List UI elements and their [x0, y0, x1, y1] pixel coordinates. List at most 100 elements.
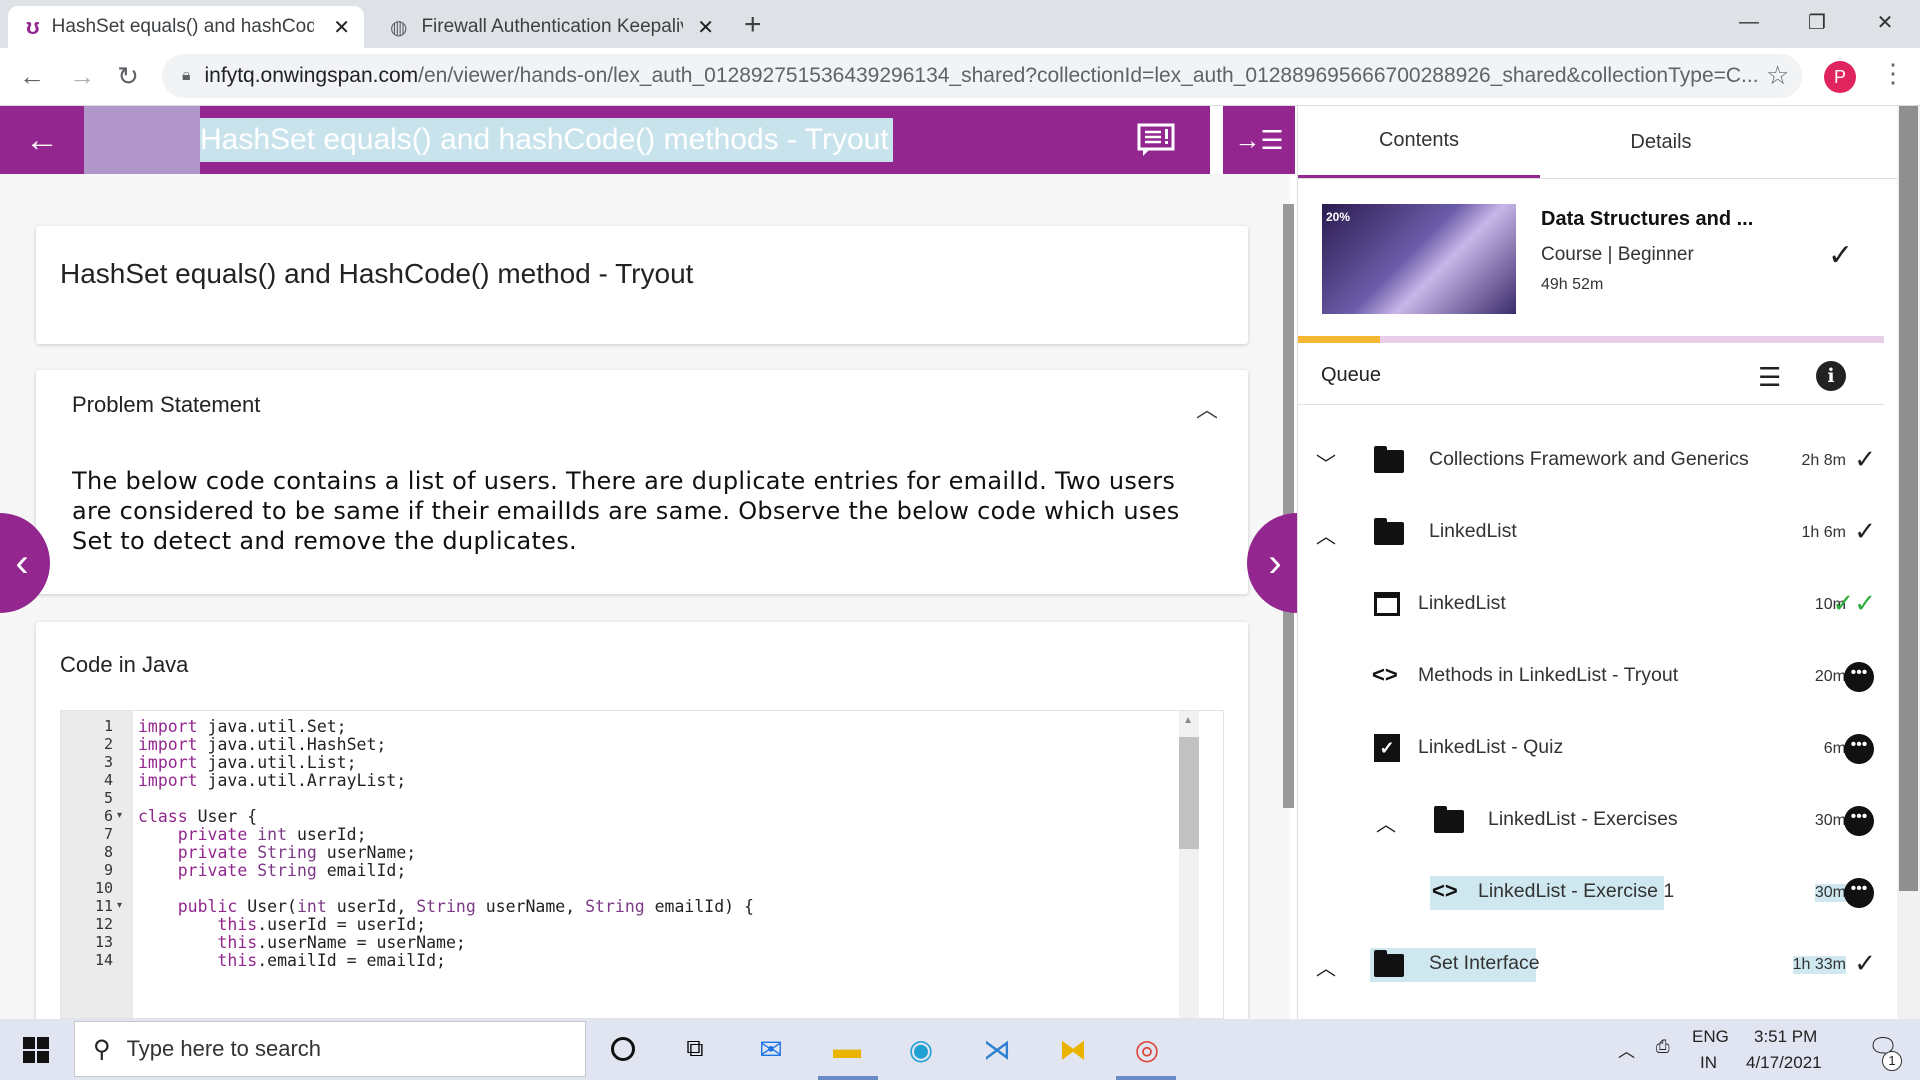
queue-item-duration: 1h 6m — [1801, 524, 1846, 541]
lock-icon: 🔒︎ — [182, 67, 191, 84]
chrome-icon[interactable]: ◎ — [1124, 1027, 1170, 1071]
sidebar-scrollbar-thumb[interactable] — [1899, 106, 1918, 891]
more-icon[interactable]: ••• — [1844, 662, 1874, 692]
tab-close-icon[interactable]: ✕ — [697, 15, 714, 40]
line-number: 10 — [94, 879, 113, 897]
chevron-up-icon[interactable]: ︿ — [1196, 392, 1218, 424]
browser-tab-active[interactable]: ʊ HashSet equals() and hashCode() ✕ — [8, 6, 364, 48]
queue-item[interactable]: <> Methods in LinkedList - Tryout 20m ••… — [1298, 648, 1884, 708]
info-icon[interactable]: i — [1816, 361, 1846, 391]
tab-details[interactable]: Details — [1540, 106, 1782, 178]
reload-icon[interactable]: ↻ — [108, 56, 148, 96]
course-meta: Course | Beginner — [1541, 244, 1694, 265]
code-line: this.userName = userName; — [217, 933, 466, 952]
forward-arrow-icon[interactable]: → — [62, 56, 102, 96]
code-line: class User { — [138, 807, 258, 826]
line-number: 6 — [103, 807, 113, 825]
chevron-up-icon[interactable]: ︿ — [1316, 952, 1336, 981]
tab-close-icon[interactable]: ✕ — [333, 15, 350, 40]
queue-item[interactable]: ︿ LinkedList 1h 6m ✓ — [1298, 504, 1884, 564]
file-explorer-icon[interactable]: ▬ — [824, 1027, 870, 1071]
queue-item[interactable]: LinkedList 10m ✓✓ — [1298, 576, 1884, 636]
language-code[interactable]: ENG — [1692, 1027, 1729, 1047]
close-window-icon[interactable]: ✕ — [1850, 0, 1920, 44]
feedback-icon[interactable] — [1134, 120, 1178, 160]
fold-toggle-icon[interactable]: ▾ — [117, 810, 122, 821]
folder-icon — [1374, 518, 1404, 545]
course-thumbnail[interactable]: 20% — [1322, 204, 1516, 314]
windows-start-icon[interactable] — [0, 1019, 72, 1080]
code-line: import java.util.ArrayList; — [138, 771, 407, 790]
chevron-up-icon[interactable]: ︿ — [1316, 520, 1336, 549]
problem-statement-card: Problem Statement ︿ The below code conta… — [36, 370, 1248, 594]
line-number: 7 — [103, 825, 113, 843]
browser-toolbar: ← → ↻ 🔒︎ infytq.onwingspan.com/en/viewer… — [0, 48, 1920, 106]
queue-item-duration: 2h 8m — [1801, 452, 1846, 469]
queue-item-label: LinkedList — [1429, 520, 1517, 542]
minimize-icon[interactable]: — — [1714, 0, 1784, 44]
editor-scrollbar-thumb[interactable] — [1179, 737, 1199, 849]
queue-item-duration: 20m — [1814, 668, 1846, 685]
chevron-up-icon[interactable]: ︿ — [1376, 808, 1396, 837]
edge-icon[interactable]: ◉ — [898, 1027, 944, 1071]
toggle-sidebar-button[interactable]: →☰ — [1223, 106, 1295, 174]
profile-avatar[interactable]: P — [1824, 61, 1856, 93]
chevron-down-icon[interactable]: ﹀ — [1316, 448, 1336, 477]
code-heading: Code in Java — [60, 652, 189, 677]
tab-contents[interactable]: Contents — [1298, 106, 1540, 178]
queue-item-label: Set Interface — [1429, 952, 1540, 974]
queue-item-duration: 30m — [1814, 884, 1846, 902]
course-progress-bar — [1298, 336, 1884, 343]
line-number: 14 — [94, 951, 113, 969]
new-tab-button[interactable]: + — [744, 8, 762, 42]
taskbar-search[interactable]: ⚲ Type here to search — [74, 1021, 586, 1077]
chevron-right-icon: › — [1268, 540, 1282, 585]
more-icon[interactable]: ••• — [1844, 806, 1874, 836]
queue-item-label: Collections Framework and Generics — [1429, 448, 1749, 470]
bookmark-star-icon[interactable]: ☆ — [1766, 60, 1789, 91]
code-line: import java.util.Set; — [138, 717, 347, 736]
queue-item[interactable]: ︿ Set Interface 1h 33m ✓ — [1298, 936, 1884, 996]
code-icon: <> — [1432, 878, 1458, 903]
clock-time[interactable]: 3:51 PM — [1754, 1027, 1817, 1047]
code-editor[interactable]: 1 2 3 4 5 6 ▾ 7 8 9 10 11 ▾ 12 13 14 import java.util.S… — [60, 710, 1224, 1019]
queue-item[interactable]: ︿ LinkedList - Exercises 30m ••• — [1298, 792, 1884, 852]
clock-date[interactable]: 4/17/2021 — [1746, 1053, 1822, 1073]
problem-statement-heading: Problem Statement — [72, 392, 261, 417]
task-view-icon[interactable]: ⧉ — [672, 1027, 718, 1071]
cortana-icon[interactable] — [600, 1027, 646, 1071]
check-icon: ✓ — [1854, 444, 1876, 474]
address-bar[interactable]: 🔒︎ infytq.onwingspan.com/en/viewer/hands… — [162, 54, 1802, 98]
restore-icon[interactable]: ❐ — [1782, 0, 1852, 44]
line-number: 4 — [103, 771, 113, 789]
app-icon[interactable]: ⧓ — [1050, 1027, 1096, 1071]
device-icon[interactable]: ⎙ — [1656, 1037, 1670, 1057]
queue-item[interactable]: ﹀ Collections Framework and Generics 2h … — [1298, 432, 1884, 492]
system-tray: ︿ ⎙ ENG IN 3:51 PM 4/17/2021 🗨︎ 1 — [1600, 1019, 1920, 1080]
course-duration: 49h 52m — [1541, 276, 1604, 293]
more-icon[interactable]: ••• — [1844, 734, 1874, 764]
back-arrow-icon[interactable]: ← — [12, 56, 52, 96]
chevron-up-icon[interactable]: ︿ — [1618, 1037, 1635, 1062]
list-view-icon[interactable]: ☰ — [1758, 362, 1781, 393]
more-icon[interactable]: ••• — [1844, 878, 1874, 908]
mail-icon[interactable]: ✉ — [748, 1027, 794, 1071]
fold-toggle-icon[interactable]: ▾ — [117, 900, 122, 911]
vscode-icon[interactable]: ⋊ — [974, 1027, 1020, 1071]
code-line: private String emailId; — [177, 861, 407, 880]
taskbar: ⚲ Type here to search ⧉ ✉ ▬ ◉ ⋊ ⧓ ◎ ︿ ⎙ … — [0, 1019, 1920, 1080]
browser-tab[interactable]: ◍ Firewall Authentication Keepalive ✕ — [372, 6, 728, 48]
queue-item-active[interactable]: <> LinkedList - Exercise 1 30m ••• — [1298, 864, 1884, 924]
folder-icon — [1374, 950, 1404, 977]
queue-item-duration: 6m — [1823, 740, 1846, 757]
scroll-up-icon[interactable]: ▲ — [1183, 715, 1193, 726]
code-line: public User(int userId, String userName,… — [177, 897, 754, 916]
main-scrollbar-thumb[interactable] — [1283, 204, 1294, 808]
back-button[interactable]: ← — [0, 106, 84, 174]
title-card: HashSet equals() and HashCode() method -… — [36, 226, 1248, 344]
queue-item[interactable]: ✓ LinkedList - Quiz 6m ••• — [1298, 720, 1884, 780]
region-code[interactable]: IN — [1700, 1053, 1717, 1073]
browser-menu-icon[interactable]: ⋮ — [1880, 58, 1906, 89]
course-title[interactable]: Data Structures and ... — [1541, 208, 1753, 231]
line-number: 3 — [103, 753, 113, 771]
